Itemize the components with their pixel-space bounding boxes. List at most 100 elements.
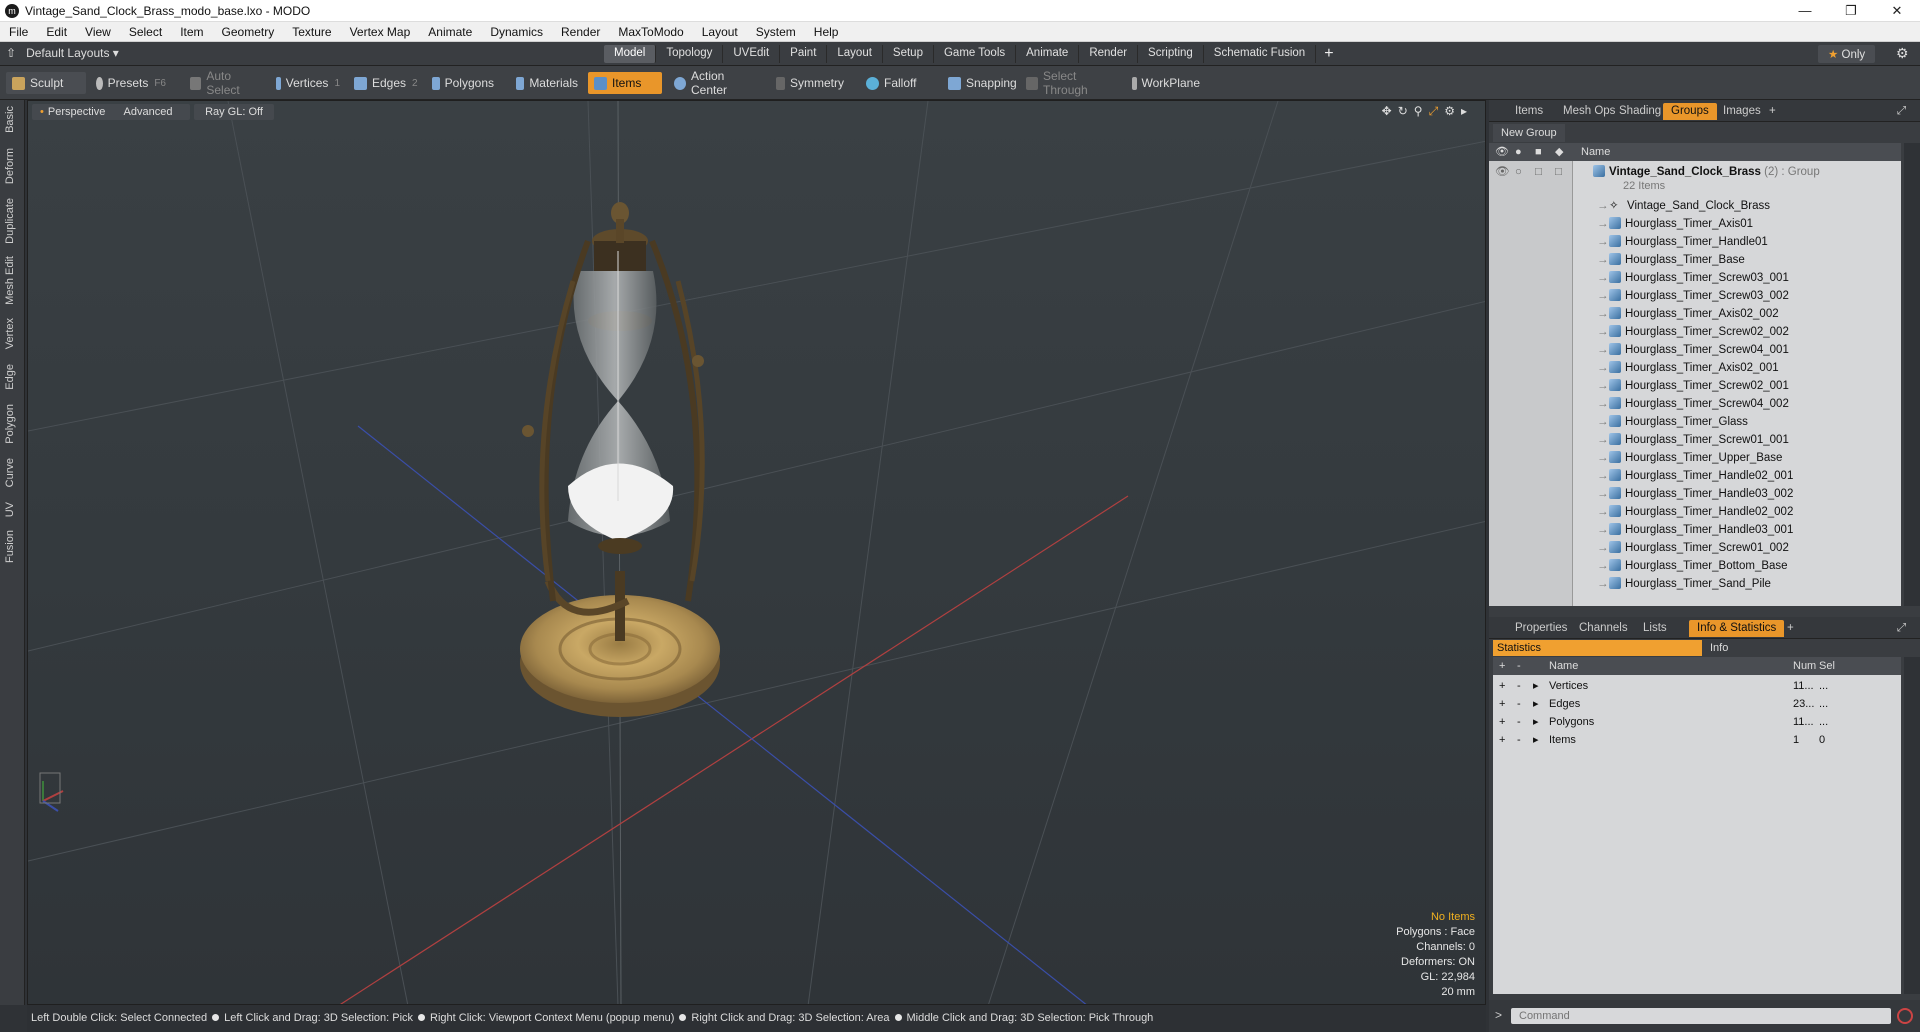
list-item[interactable]: → Hourglass_Timer_Handle02_001 (1489, 467, 1901, 485)
command-input[interactable] (1511, 1008, 1891, 1024)
list-item[interactable]: → Hourglass_Timer_Handle03_002 (1489, 485, 1901, 503)
render-icon[interactable]: ○ (1515, 163, 1522, 181)
expand-all-icon[interactable]: + (1499, 657, 1505, 675)
expand-icon[interactable]: → (1597, 503, 1609, 521)
tab-lists[interactable]: Lists (1635, 620, 1675, 637)
table-row[interactable]: + - ▸ Vertices 11...... (1493, 677, 1901, 695)
add-icon[interactable]: + (1499, 713, 1505, 731)
list-item[interactable]: → Hourglass_Timer_Handle02_002 (1489, 503, 1901, 521)
expand-icon[interactable]: → (1597, 413, 1609, 431)
edges-button[interactable]: Edges 2 (348, 72, 424, 94)
tab-edge[interactable]: Edge (4, 364, 16, 390)
expand-panel-icon[interactable]: ⤢ (1889, 103, 1914, 120)
raygl-dropdown[interactable]: Ray GL: Off (194, 104, 274, 120)
list-item[interactable]: → Hourglass_Timer_Base (1489, 251, 1901, 269)
minimize-icon[interactable]: — (1782, 0, 1828, 22)
expand-icon[interactable]: → (1597, 395, 1609, 413)
remove-icon[interactable]: - (1517, 677, 1521, 695)
menu-select[interactable]: Select (120, 25, 171, 39)
record-icon[interactable] (1897, 1008, 1913, 1024)
falloff-button[interactable]: Falloff (860, 72, 936, 94)
list-item[interactable]: → Hourglass_Timer_Handle03_001 (1489, 521, 1901, 539)
list-item[interactable]: → Hourglass_Timer_Screw03_001 (1489, 269, 1901, 287)
tab-paint[interactable]: Paint (780, 45, 828, 63)
info-tab[interactable]: Info (1705, 640, 1901, 656)
expand-icon[interactable]: → (1597, 233, 1609, 251)
list-item[interactable]: → Hourglass_Timer_Sand_Pile (1489, 575, 1901, 593)
tab-animate[interactable]: Animate (1016, 45, 1080, 63)
table-row[interactable]: + - ▸ Items 1 0 (1493, 731, 1901, 749)
move-view-icon[interactable]: ✥ (1382, 104, 1392, 119)
expand-icon[interactable]: → (1597, 449, 1609, 467)
gear-icon[interactable]: ⚙ (1896, 45, 1909, 62)
expand-arrow-icon[interactable]: ▸ (1461, 104, 1467, 119)
workplane-button[interactable]: WorkPlane (1126, 72, 1206, 94)
expand-icon[interactable]: → (1597, 485, 1609, 503)
collapse-all-icon[interactable]: - (1517, 657, 1521, 675)
expand-icon[interactable]: → (1597, 305, 1609, 323)
tab-items[interactable]: Items (1507, 103, 1551, 120)
tab-uvedit[interactable]: UVEdit (723, 45, 781, 63)
menu-render[interactable]: Render (552, 25, 609, 39)
select-icon[interactable]: □ (1555, 163, 1562, 181)
menu-animate[interactable]: Animate (419, 25, 481, 39)
tab-setup[interactable]: Setup (883, 45, 934, 63)
items-button[interactable]: Items (588, 72, 662, 94)
add-tab-icon[interactable]: + (1316, 45, 1341, 63)
auto-select-button[interactable]: Auto Select (184, 69, 266, 97)
list-item[interactable]: → Hourglass_Timer_Screw02_001 (1489, 377, 1901, 395)
maximize-icon[interactable]: ❐ (1828, 0, 1874, 22)
tab-polygon[interactable]: Polygon (4, 404, 16, 444)
tab-deform[interactable]: Deform (4, 148, 16, 184)
expand-icon[interactable]: → (1597, 557, 1609, 575)
menu-geometry[interactable]: Geometry (213, 25, 284, 39)
list-item[interactable]: → Hourglass_Timer_Bottom_Base (1489, 557, 1901, 575)
tab-duplicate[interactable]: Duplicate (4, 198, 16, 244)
groups-scrollbar[interactable] (1904, 143, 1920, 606)
tab-shading[interactable]: Shading (1611, 103, 1669, 120)
tab-topology[interactable]: Topology (656, 45, 724, 63)
tab-vertex[interactable]: Vertex (4, 318, 16, 349)
perspective-dropdown[interactable]: • Perspective (32, 104, 114, 120)
menu-file[interactable]: File (0, 25, 37, 39)
lock-icon[interactable]: □ (1535, 163, 1542, 181)
viewport-settings-icon[interactable]: ⚙ (1444, 104, 1455, 119)
remove-icon[interactable]: - (1517, 731, 1521, 749)
expand-icon[interactable]: → (1597, 431, 1609, 449)
expand-icon[interactable]: → (1597, 287, 1609, 305)
menu-item[interactable]: Item (171, 25, 212, 39)
tab-scripting[interactable]: Scripting (1138, 45, 1204, 63)
list-item[interactable]: → Hourglass_Timer_Handle01 (1489, 233, 1901, 251)
menu-dynamics[interactable]: Dynamics (481, 25, 552, 39)
expand-icon[interactable]: → (1597, 359, 1609, 377)
vertices-button[interactable]: Vertices 1 (270, 72, 346, 94)
list-item[interactable]: → Hourglass_Timer_Screw04_001 (1489, 341, 1901, 359)
rotate-view-icon[interactable]: ↻ (1398, 104, 1408, 119)
presets-button[interactable]: Presets F6 (90, 72, 172, 94)
tab-mesh-edit[interactable]: Mesh Edit (4, 256, 16, 305)
tab-channels[interactable]: Channels (1571, 620, 1636, 637)
table-row[interactable]: + - ▸ Edges 23...... (1493, 695, 1901, 713)
menu-help[interactable]: Help (805, 25, 848, 39)
expand-icon[interactable]: ▸ (1533, 731, 1539, 749)
list-item[interactable]: → Hourglass_Timer_Screw01_001 (1489, 431, 1901, 449)
expand-icon[interactable]: → (1597, 269, 1609, 287)
tab-layout[interactable]: Layout (827, 45, 883, 63)
menu-texture[interactable]: Texture (283, 25, 340, 39)
list-item[interactable]: → Hourglass_Timer_Axis01 (1489, 215, 1901, 233)
menu-system[interactable]: System (747, 25, 805, 39)
expand-icon[interactable]: → (1597, 323, 1609, 341)
tab-uv[interactable]: UV (4, 502, 16, 517)
stats-scrollbar[interactable] (1904, 657, 1920, 994)
tab-groups[interactable]: Groups (1663, 103, 1717, 120)
3d-viewport[interactable]: • Perspective Advanced Ray GL: Off ✥ ↻ ⚲ … (27, 100, 1486, 1005)
advanced-dropdown[interactable]: Advanced (106, 104, 190, 120)
expand-icon[interactable]: ▸ (1533, 695, 1539, 713)
list-item[interactable]: → Hourglass_Timer_Axis02_002 (1489, 305, 1901, 323)
add-icon[interactable]: + (1499, 731, 1505, 749)
list-item[interactable]: → Hourglass_Timer_Axis02_001 (1489, 359, 1901, 377)
add-icon[interactable]: + (1499, 677, 1505, 695)
only-toggle[interactable]: ★ Only (1818, 45, 1876, 63)
list-item[interactable]: → Hourglass_Timer_Screw02_002 (1489, 323, 1901, 341)
new-group-button[interactable]: New Group (1493, 124, 1565, 142)
